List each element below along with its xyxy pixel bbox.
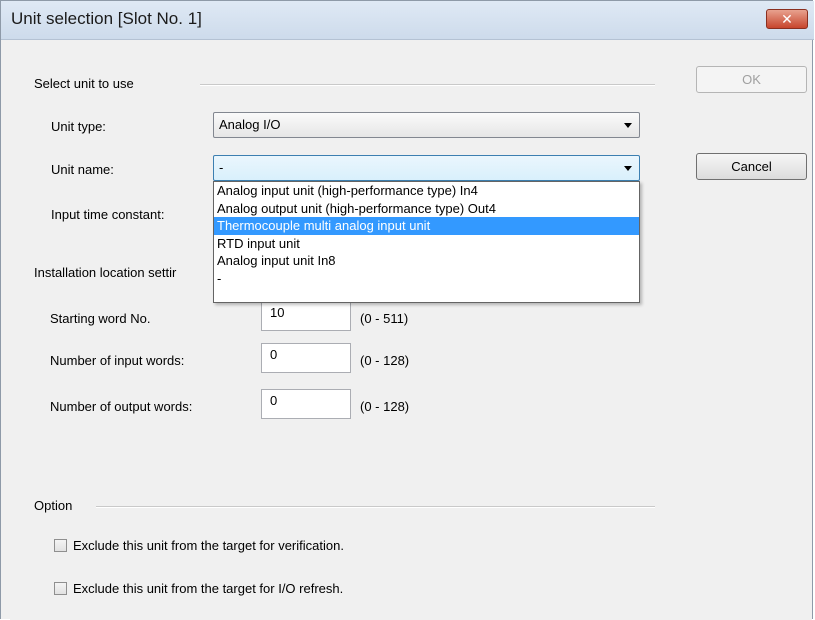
unit-name-dropdown-list: Analog input unit (high-performance type… xyxy=(213,181,640,303)
exclude-io-refresh-checkbox[interactable] xyxy=(54,582,67,595)
exclude-verification-label[interactable]: Exclude this unit from the target for ve… xyxy=(73,538,344,553)
select-unit-divider xyxy=(200,84,655,86)
chevron-down-icon xyxy=(624,166,632,171)
close-icon: ✕ xyxy=(781,11,793,27)
close-button[interactable]: ✕ xyxy=(766,9,808,29)
select-unit-section-label: Select unit to use xyxy=(34,76,134,91)
unit-type-value: Analog I/O xyxy=(219,117,281,132)
dropdown-option[interactable]: - xyxy=(214,270,639,288)
dropdown-option[interactable]: RTD input unit xyxy=(214,235,639,253)
unit-type-label: Unit type: xyxy=(51,119,106,134)
title-bar: Unit selection [Slot No. 1] ✕ xyxy=(1,1,814,40)
option-divider xyxy=(96,506,655,508)
output-words-range: (0 - 128) xyxy=(360,399,410,414)
starting-word-label: Starting word No. xyxy=(50,311,151,326)
input-time-constant-label: Input time constant: xyxy=(51,207,165,222)
starting-word-input[interactable]: 10 xyxy=(261,301,351,331)
option-section-label: Option xyxy=(34,498,73,513)
output-words-label: Number of output words: xyxy=(50,399,193,414)
dropdown-option[interactable]: Analog input unit In8 xyxy=(214,252,639,270)
unit-selection-dialog: Unit selection [Slot No. 1] ✕ Select uni… xyxy=(0,0,814,620)
window-title: Unit selection [Slot No. 1] xyxy=(11,9,202,28)
dropdown-option[interactable]: Analog input unit (high-performance type… xyxy=(214,182,639,200)
input-words-range: (0 - 128) xyxy=(360,353,410,368)
starting-word-range: (0 - 511) xyxy=(360,311,409,326)
input-words-input[interactable]: 0 xyxy=(261,343,351,373)
unit-name-select[interactable]: - xyxy=(213,155,640,181)
installation-section-label: Installation location settir xyxy=(34,265,177,280)
output-words-input[interactable]: 0 xyxy=(261,389,351,419)
cancel-button[interactable]: Cancel xyxy=(696,153,807,180)
exclude-io-refresh-label[interactable]: Exclude this unit from the target for I/… xyxy=(73,581,343,596)
chevron-down-icon xyxy=(624,123,632,128)
dropdown-option[interactable]: Analog output unit (high-performance typ… xyxy=(214,200,639,218)
exclude-verification-checkbox[interactable] xyxy=(54,539,67,552)
input-words-label: Number of input words: xyxy=(50,353,185,368)
dialog-body: Select unit to use OK Cancel Unit type: … xyxy=(10,40,812,620)
unit-type-select[interactable]: Analog I/O xyxy=(213,112,640,138)
ok-button[interactable]: OK xyxy=(696,66,807,93)
unit-name-label: Unit name: xyxy=(51,162,114,177)
dropdown-option-highlighted[interactable]: Thermocouple multi analog input unit xyxy=(214,217,639,235)
unit-name-value: - xyxy=(219,160,224,175)
